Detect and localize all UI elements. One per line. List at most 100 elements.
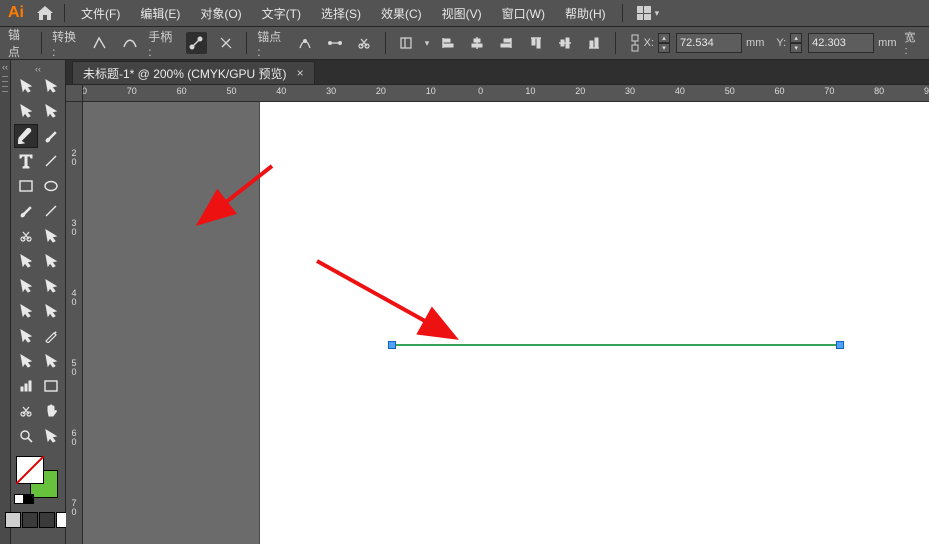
menu-view[interactable]: 视图(V)	[432, 0, 492, 26]
w-label: 宽 :	[905, 29, 922, 57]
draw-inside-button[interactable]	[39, 512, 55, 528]
fill-stroke-swatch[interactable]	[16, 456, 60, 500]
ruler-tick-label: 0	[478, 86, 483, 96]
isolate-button[interactable]	[396, 32, 417, 54]
horizontal-ruler[interactable]: 80706050403020100102030405060708090	[82, 85, 929, 102]
scissors-tool[interactable]	[14, 224, 38, 248]
handles-hide-button[interactable]	[215, 32, 236, 54]
rectangle-tool[interactable]	[14, 174, 38, 198]
width-tool[interactable]	[39, 249, 63, 273]
pen-tool[interactable]	[14, 124, 38, 148]
home-icon[interactable]	[32, 0, 58, 26]
menu-select[interactable]: 选择(S)	[311, 0, 371, 26]
ruler-tick-label: 40	[675, 86, 685, 96]
hand-tool[interactable]	[39, 399, 63, 423]
rotate-tool[interactable]	[39, 224, 63, 248]
ruler-tick-label: 40	[276, 86, 286, 96]
mesh-tool[interactable]	[39, 299, 63, 323]
y-label: Y:	[776, 37, 786, 49]
menu-help[interactable]: 帮助(H)	[555, 0, 616, 26]
ruler-tick-label: 10	[426, 86, 436, 96]
placeholder-tool[interactable]	[39, 424, 63, 448]
menu-file[interactable]: 文件(F)	[71, 0, 130, 26]
document-tab[interactable]: 未标题-1* @ 200% (CMYK/GPU 预览) ×	[72, 61, 315, 84]
magic-wand-tool[interactable]	[14, 99, 38, 123]
ruler-tick-label: 50	[226, 86, 236, 96]
align-hcenter-button[interactable]	[467, 32, 488, 54]
coord-x-group: X: ▴▾ mm	[630, 32, 765, 54]
pencil-tool[interactable]	[39, 199, 63, 223]
app-logo: Ai	[0, 0, 32, 26]
ruler-origin[interactable]	[66, 85, 83, 102]
anchor-handle-right[interactable]	[836, 341, 844, 349]
close-icon[interactable]: ×	[297, 66, 304, 80]
workspace: ‹‹ ‹‹ 未标题-1* @ 200% (CMYK/GPU 预览) ×	[0, 60, 929, 544]
pasteboard[interactable]	[82, 101, 929, 544]
menu-type[interactable]: 文字(T)	[252, 0, 311, 26]
menu-window[interactable]: 窗口(W)	[492, 0, 555, 26]
free-transform-tool[interactable]	[14, 274, 38, 298]
ruler-tick-label: 50	[68, 359, 80, 377]
lasso-tool[interactable]	[39, 99, 63, 123]
artboard-tool[interactable]	[39, 374, 63, 398]
spinner[interactable]: ▴▾	[790, 33, 802, 53]
remove-anchor-button[interactable]	[295, 32, 316, 54]
menu-edit[interactable]: 编辑(E)	[130, 0, 190, 26]
workspace-layout-picker[interactable]: ▾	[637, 6, 660, 20]
eyedropper-tool[interactable]	[39, 324, 63, 348]
line-segment-tool[interactable]	[39, 149, 63, 173]
document-area: 未标题-1* @ 200% (CMYK/GPU 预览) × 8070605040…	[66, 60, 929, 544]
selection-tool[interactable]	[14, 74, 38, 98]
ruler-tick-label: 70	[68, 499, 80, 517]
convert-smooth-button[interactable]	[119, 32, 140, 54]
slice-tool[interactable]	[14, 399, 38, 423]
chevron-left-icon[interactable]: ‹‹	[11, 64, 65, 74]
ruler-tick-label: 60	[177, 86, 187, 96]
menu-object[interactable]: 对象(O)	[190, 0, 251, 26]
collapsed-panel-strip[interactable]: ‹‹	[0, 60, 11, 544]
ellipse-tool[interactable]	[39, 174, 63, 198]
ruler-tick-label: 40	[68, 289, 80, 307]
ruler-tick-label: 20	[376, 86, 386, 96]
draw-normal-button[interactable]	[5, 512, 21, 528]
align-right-button[interactable]	[496, 32, 517, 54]
anchor-handle-left[interactable]	[388, 341, 396, 349]
perspective-grid-tool[interactable]	[14, 299, 38, 323]
swap-default-swatch-icon[interactable]	[14, 494, 34, 504]
vertical-ruler[interactable]: 203040506070	[66, 101, 83, 544]
menu-effect[interactable]: 效果(C)	[371, 0, 432, 26]
align-top-button[interactable]	[525, 32, 546, 54]
link-icon[interactable]	[630, 32, 640, 54]
draw-behind-button[interactable]	[22, 512, 38, 528]
handles-show-button[interactable]	[186, 32, 207, 54]
blend-tool[interactable]	[14, 349, 38, 373]
symbol-sprayer-tool[interactable]	[39, 349, 63, 373]
column-graph-tool[interactable]	[14, 374, 38, 398]
gradient-tool[interactable]	[14, 324, 38, 348]
separator	[246, 32, 247, 54]
x-input[interactable]	[676, 33, 742, 53]
align-vcenter-button[interactable]	[554, 32, 575, 54]
scale-tool[interactable]	[14, 249, 38, 273]
align-bottom-button[interactable]	[583, 32, 604, 54]
connect-anchor-button[interactable]	[324, 32, 345, 54]
selected-path[interactable]	[392, 344, 839, 346]
anchor-point-label: 锚点	[8, 26, 31, 60]
control-bar: 锚点 转换 : 手柄 : 锚点 : ▾ X: ▴▾ mm	[0, 27, 929, 60]
y-input[interactable]	[808, 33, 874, 53]
align-left-button[interactable]	[437, 32, 458, 54]
type-tool[interactable]	[14, 149, 38, 173]
handles-label: 手柄 :	[148, 28, 178, 59]
cut-path-button[interactable]	[353, 32, 374, 54]
curvature-tool[interactable]	[39, 124, 63, 148]
grip-icon	[2, 76, 8, 92]
fill-swatch[interactable]	[16, 456, 44, 484]
paintbrush-tool[interactable]	[14, 199, 38, 223]
spinner[interactable]: ▴▾	[658, 33, 670, 53]
shape-builder-tool[interactable]	[39, 274, 63, 298]
zoom-tool[interactable]	[14, 424, 38, 448]
ruler-tick-label: 90	[924, 86, 929, 96]
convert-corner-button[interactable]	[90, 32, 111, 54]
artboard[interactable]	[260, 101, 929, 544]
direct-selection-tool[interactable]	[39, 74, 63, 98]
